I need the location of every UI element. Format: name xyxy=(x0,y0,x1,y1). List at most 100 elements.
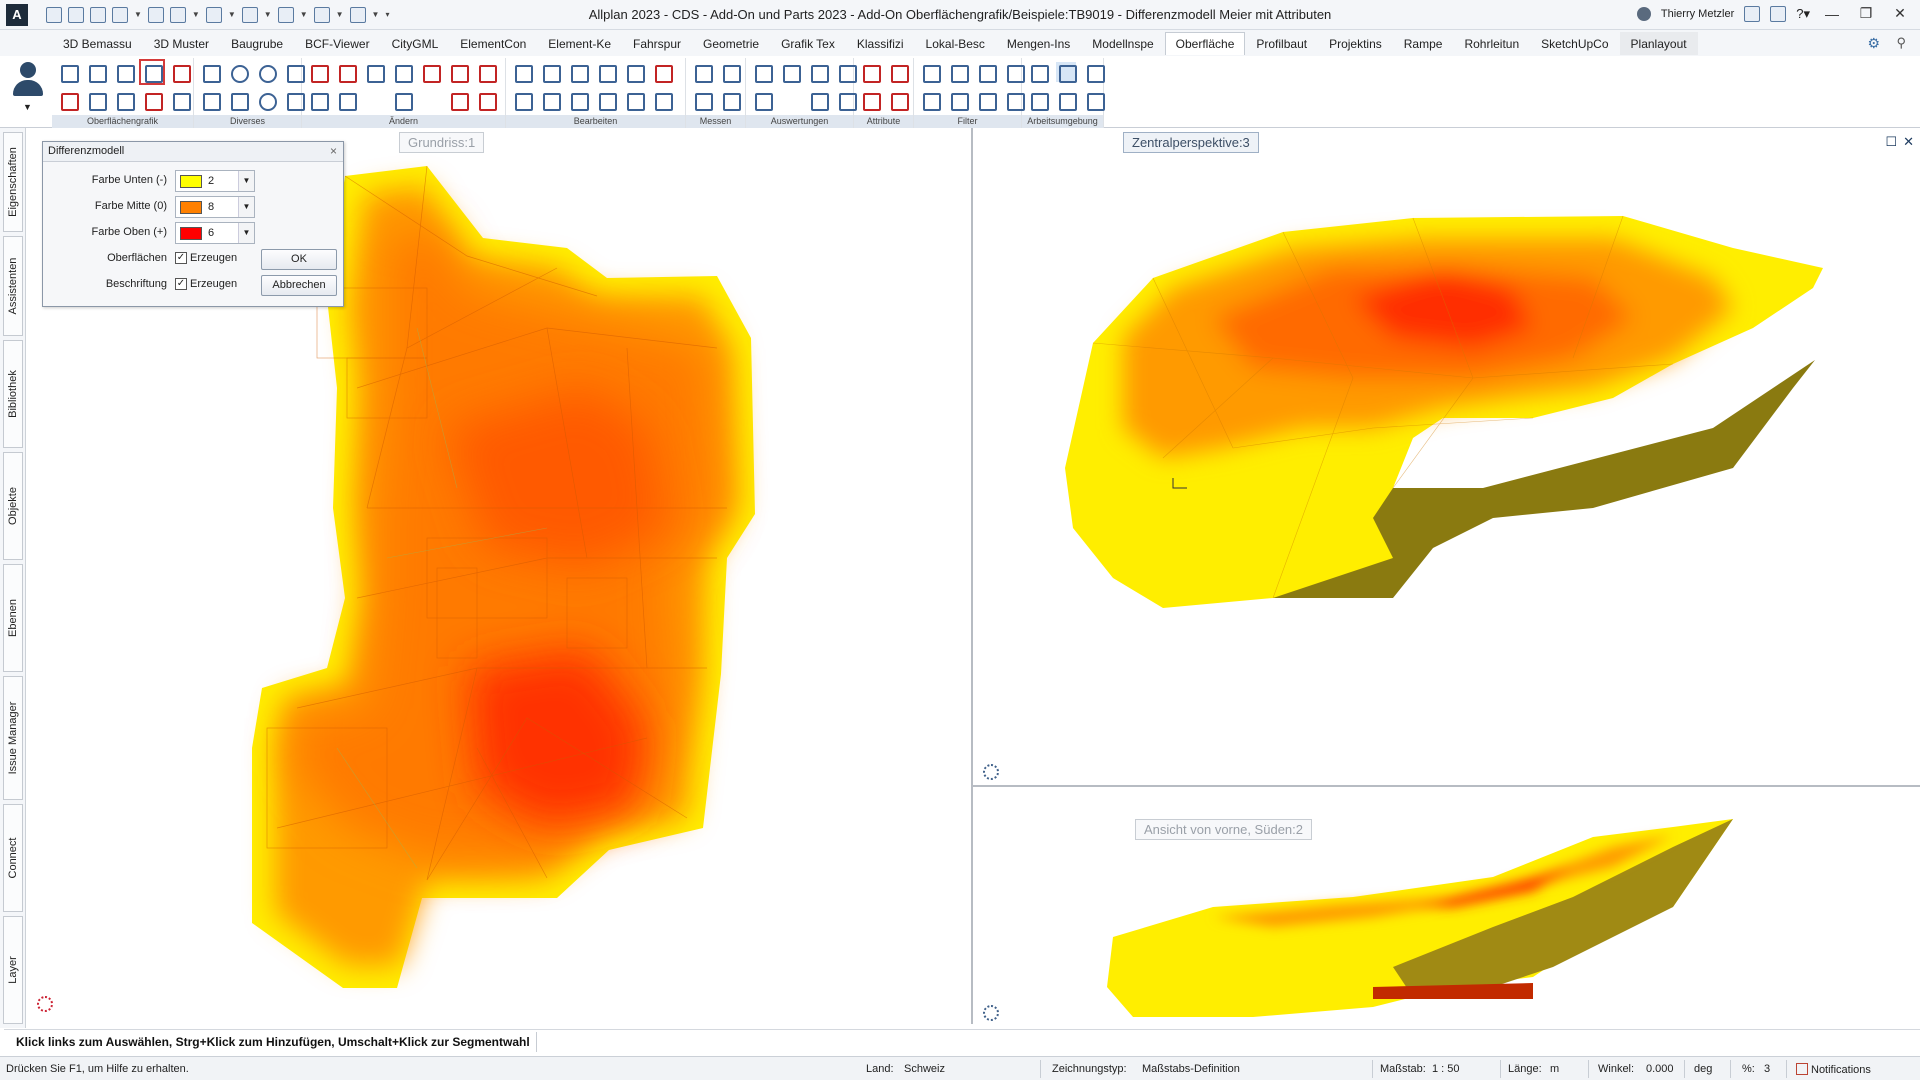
redo-icon[interactable] xyxy=(205,6,222,23)
trim-icon[interactable] xyxy=(420,62,441,83)
surface-wave-icon[interactable] xyxy=(114,62,135,83)
open-icon[interactable] xyxy=(68,6,84,23)
chevron-down-icon[interactable]: ▼ xyxy=(372,10,380,19)
checkbox-check-icon[interactable]: ✓ xyxy=(175,278,187,290)
curve-edit-2-icon[interactable] xyxy=(476,62,497,83)
transform-icon[interactable] xyxy=(308,90,329,111)
customize-icon[interactable]: ▾ xyxy=(385,10,389,19)
analysis-icon[interactable] xyxy=(808,90,829,111)
modify-icon[interactable] xyxy=(392,62,413,83)
hatching-icon[interactable] xyxy=(284,90,305,111)
side-tab-connect[interactable]: Connect xyxy=(3,804,23,912)
view-icon[interactable] xyxy=(277,6,294,23)
sum-icon[interactable] xyxy=(1084,90,1105,111)
arrow-icon[interactable] xyxy=(336,90,357,111)
maximize-viewport-icon[interactable]: ☐ xyxy=(1885,134,1897,150)
pin-icon[interactable]: ⚲ xyxy=(1896,35,1906,51)
edit-icon[interactable] xyxy=(112,6,128,23)
tab-mengen-ins[interactable]: Mengen-Ins xyxy=(996,32,1081,55)
viewport-perspective[interactable]: Zentralperspektive:3 ☐ ✕ xyxy=(973,128,1920,785)
status-angle-unit[interactable]: deg xyxy=(1694,1063,1712,1075)
tab-profilbaut[interactable]: Profilbaut xyxy=(1245,32,1318,55)
axes-icon[interactable] xyxy=(1028,90,1049,111)
cart-icon[interactable] xyxy=(1770,5,1787,22)
chevron-down-icon[interactable]: ▼ xyxy=(134,10,142,19)
copy-icon[interactable] xyxy=(512,62,533,83)
chart-icon[interactable] xyxy=(836,62,857,83)
copy-2-icon[interactable] xyxy=(512,90,533,111)
user-name[interactable]: Thierry Metzler xyxy=(1661,8,1734,20)
tab-planlayout[interactable]: Planlayout xyxy=(1619,32,1698,55)
grid-icon[interactable] xyxy=(142,90,163,111)
window-icon[interactable] xyxy=(241,6,258,23)
close-icon[interactable]: × xyxy=(330,144,337,158)
viewport-title-plan[interactable]: Grundriss:1 xyxy=(399,132,485,153)
notifications-button[interactable]: Notifications xyxy=(1796,1063,1871,1076)
align-icon[interactable] xyxy=(540,90,561,111)
line-icon[interactable] xyxy=(200,62,221,83)
fill-icon[interactable] xyxy=(284,62,305,83)
tab-citygml[interactable]: CityGML xyxy=(381,32,450,55)
app-menu-icon[interactable]: A xyxy=(6,3,28,26)
tab-oberfläche[interactable]: Oberfläche xyxy=(1164,32,1246,55)
move-icon[interactable] xyxy=(624,62,645,83)
attribute-heart-icon[interactable] xyxy=(860,62,881,83)
measure-angle-icon[interactable] xyxy=(720,62,741,83)
hatch-icon[interactable] xyxy=(170,90,191,111)
curve-edit-icon[interactable] xyxy=(448,62,469,83)
chevron-down-icon[interactable]: ▼ xyxy=(336,10,344,19)
close-viewport-icon[interactable]: ✕ xyxy=(1903,134,1914,150)
ok-button[interactable]: OK xyxy=(261,249,337,270)
eraser-icon[interactable] xyxy=(308,62,329,83)
text-icon[interactable] xyxy=(624,90,645,111)
delete-icon[interactable] xyxy=(652,62,673,83)
tab-sketchupco[interactable]: SketchUpCo xyxy=(1530,32,1619,55)
side-tab-assistenten[interactable]: Assistenten xyxy=(3,236,23,336)
surface-layers-icon[interactable] xyxy=(86,62,107,83)
navigation-icon[interactable] xyxy=(983,1005,999,1021)
spline-icon[interactable] xyxy=(228,90,249,111)
crosshair-icon[interactable] xyxy=(256,62,277,83)
delete-segment-icon[interactable] xyxy=(336,62,357,83)
target-icon[interactable] xyxy=(256,90,277,111)
status-angle-value[interactable]: 0.000 xyxy=(1646,1063,1674,1075)
undo-icon[interactable] xyxy=(169,6,186,23)
tab-element-ke[interactable]: Element-Ke xyxy=(537,32,622,55)
filter-pick-icon[interactable] xyxy=(948,62,969,83)
filter-clear-icon[interactable] xyxy=(1004,62,1025,83)
tab-elementcon[interactable]: ElementCon xyxy=(449,32,537,55)
filter-2-icon[interactable] xyxy=(920,90,941,111)
attribute-heart-2-icon[interactable] xyxy=(860,90,881,111)
save-icon[interactable] xyxy=(90,6,106,23)
checkbox-check-icon[interactable]: ✓ xyxy=(175,252,187,264)
workspace-icon[interactable] xyxy=(1028,62,1049,83)
tab-lokal-besc[interactable]: Lokal-Besc xyxy=(915,32,996,55)
close-button[interactable]: ✕ xyxy=(1888,5,1912,22)
labeling-checkbox[interactable]: ✓ Erzeugen xyxy=(175,278,237,290)
color-bottom-select[interactable]: 2 ▼ xyxy=(175,170,255,192)
side-tab-eigenschaften[interactable]: Eigenschaften xyxy=(3,132,23,232)
filter-settings-icon[interactable] xyxy=(976,62,997,83)
filter-layer-icon[interactable] xyxy=(948,90,969,111)
minimize-button[interactable]: — xyxy=(1820,6,1844,22)
edit-doc-icon[interactable] xyxy=(392,90,413,111)
wave-edit-icon[interactable] xyxy=(448,90,469,111)
report-icon[interactable] xyxy=(780,62,801,83)
side-tab-objekte[interactable]: Objekte xyxy=(3,452,23,560)
numbering-icon[interactable] xyxy=(752,90,773,111)
tab-fahrspur[interactable]: Fahrspur xyxy=(622,32,692,55)
viewport-title-perspective[interactable]: Zentralperspektive:3 xyxy=(1123,132,1259,153)
navigation-icon[interactable] xyxy=(983,764,999,780)
display-icon[interactable] xyxy=(1744,5,1761,22)
slope-icon[interactable] xyxy=(58,90,79,111)
tab-modellnspe[interactable]: Modellnspe xyxy=(1081,32,1164,55)
tab-rohrleitun[interactable]: Rohrleitun xyxy=(1453,32,1530,55)
offset-icon[interactable] xyxy=(596,90,617,111)
chevron-down-icon[interactable]: ▼ xyxy=(238,223,254,243)
fillet-icon[interactable] xyxy=(364,62,385,83)
tab-3d-muster[interactable]: 3D Muster xyxy=(143,32,220,55)
cursor-select-icon[interactable] xyxy=(1056,90,1077,111)
surfaces-checkbox[interactable]: ✓ Erzeugen xyxy=(175,252,237,264)
surface-graphic-icon[interactable] xyxy=(58,62,79,83)
layout-icon[interactable] xyxy=(313,6,330,23)
